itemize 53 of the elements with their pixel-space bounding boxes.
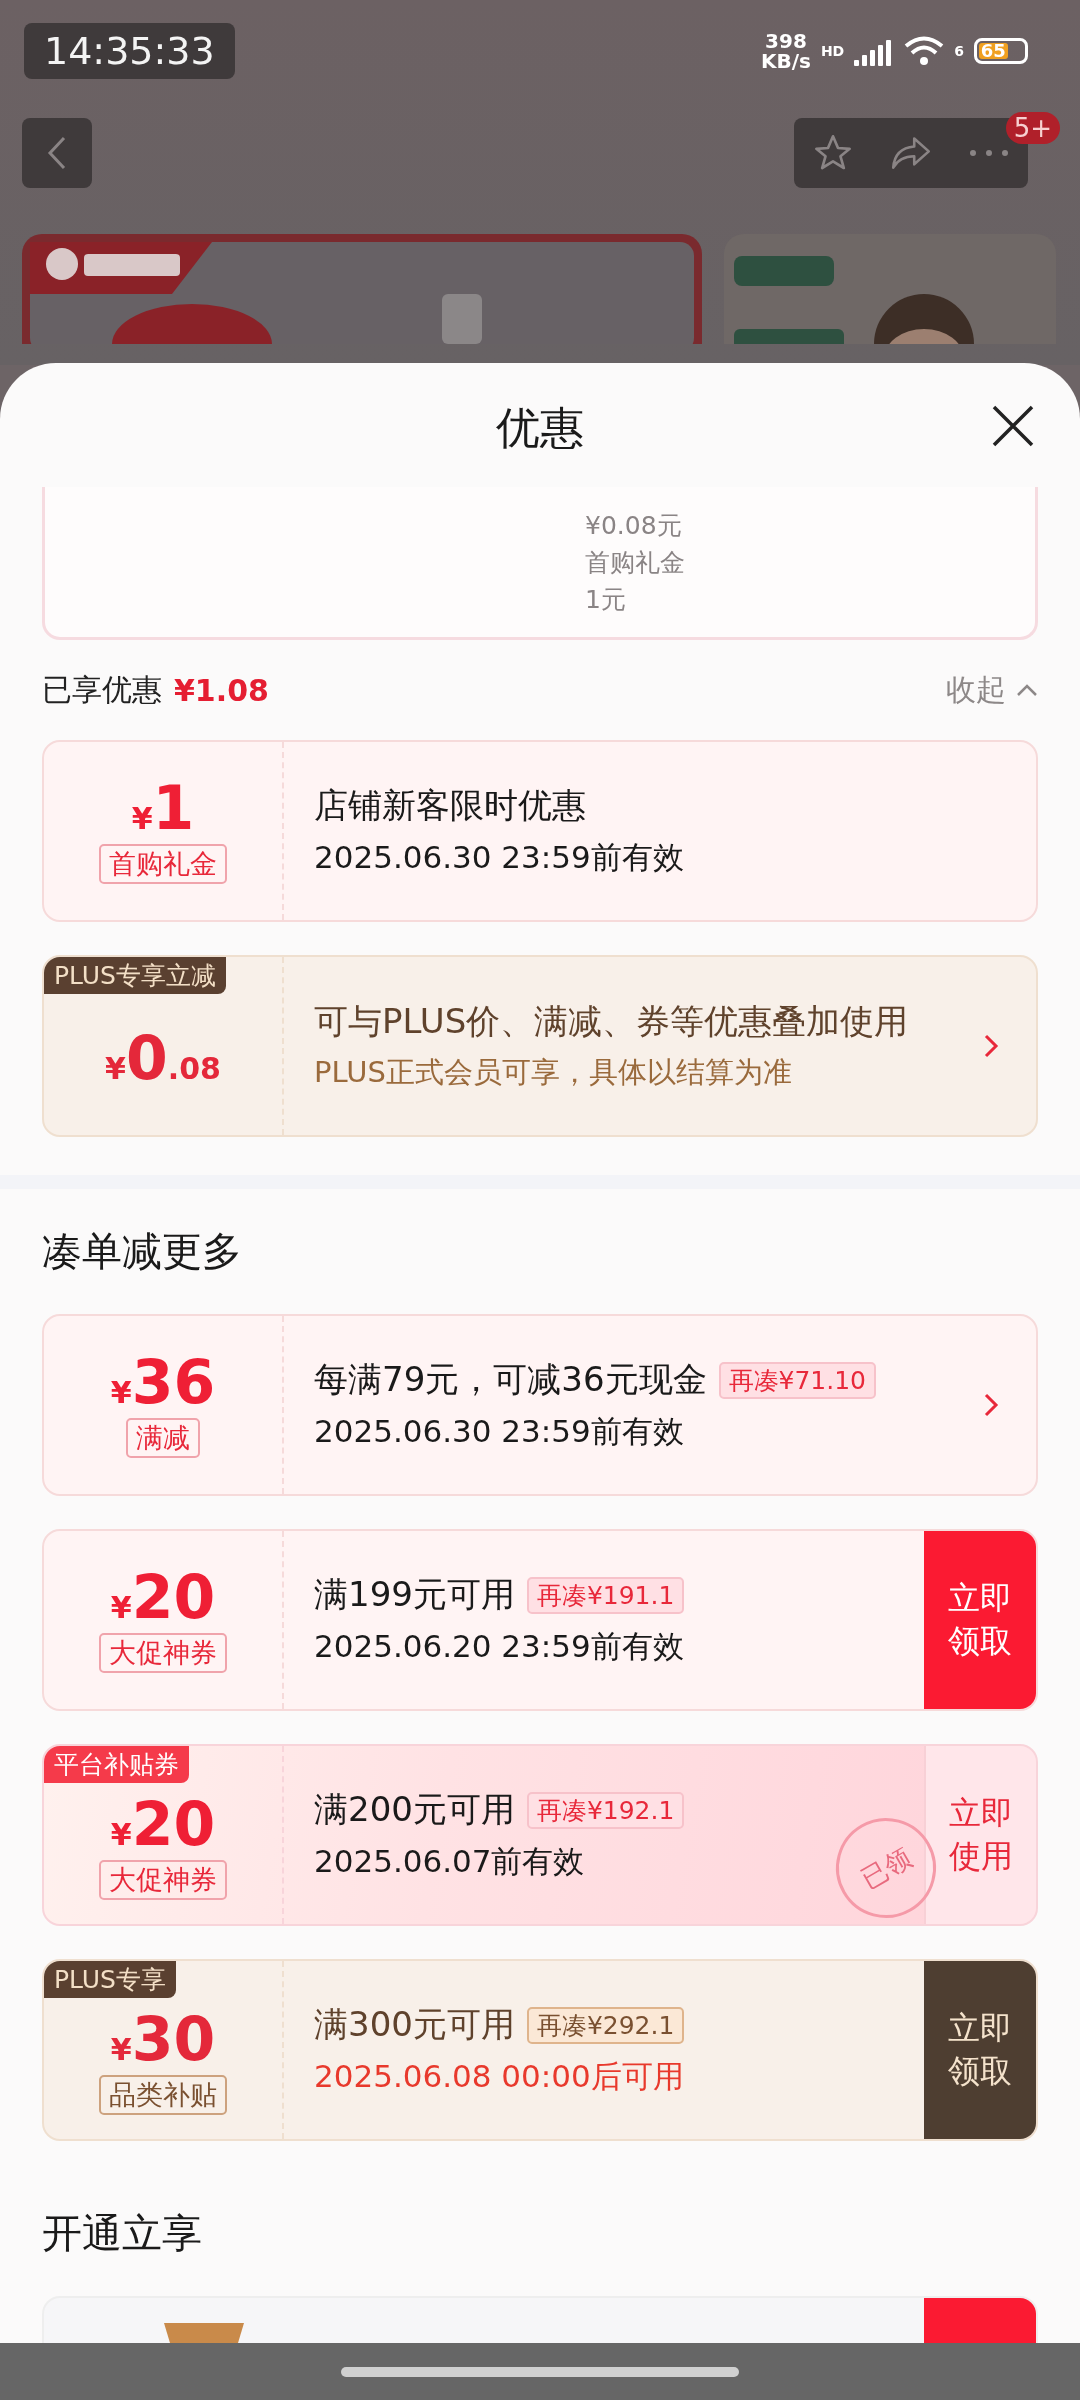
coupon-amount: ¥36 bbox=[110, 1352, 216, 1412]
battery-icon: 65 bbox=[974, 38, 1028, 64]
notification-badge: 5+ bbox=[1005, 112, 1060, 144]
coupon-amount: ¥0.08 bbox=[105, 1028, 221, 1088]
breakdown-text: 1元 bbox=[585, 583, 626, 616]
coupon-tag: 大促神券 bbox=[99, 1860, 227, 1900]
coupon-validity: 2025.06.20 23:59前有效 bbox=[314, 1627, 684, 1666]
sheet-title: 优惠 bbox=[496, 400, 584, 455]
corner-label: PLUS专享立减 bbox=[44, 957, 226, 994]
breakdown-text: ¥0.08元 bbox=[585, 509, 682, 542]
coupon-validity: 2025.06.30 23:59前有效 bbox=[314, 1412, 684, 1451]
caret-icon bbox=[1016, 683, 1038, 697]
remaining-amount-tag: 再凑¥71.10 bbox=[718, 1361, 876, 1399]
coupon-validity: 2025.06.08 00:00后可用 bbox=[314, 2057, 684, 2096]
coupon-tag: 首购礼金 bbox=[99, 844, 227, 884]
coupon-tag: 满减 bbox=[126, 1418, 200, 1458]
back-button[interactable] bbox=[22, 118, 92, 188]
discount-total: ¥1.08 bbox=[174, 672, 269, 708]
coupon-tag: 品类补贴 bbox=[99, 2075, 227, 2115]
coupon-amount: ¥20 bbox=[110, 1794, 216, 1854]
claim-button[interactable]: 立即领取 bbox=[924, 1961, 1036, 2139]
coupon-amount: ¥30 bbox=[110, 2009, 216, 2069]
wifi-label: 6 bbox=[954, 43, 964, 59]
home-indicator[interactable] bbox=[341, 2366, 739, 2377]
coupon-validity: 2025.06.07前有效 bbox=[314, 1842, 585, 1881]
status-time: 14:35:33 bbox=[24, 23, 235, 79]
back-icon bbox=[47, 136, 67, 170]
coupon-title: 可与PLUS价、满减、券等优惠叠加使用 bbox=[314, 1000, 909, 1043]
coupon-title: 店铺新客限时优惠 bbox=[314, 784, 586, 827]
claim-button[interactable]: 立即领取 bbox=[924, 1531, 1036, 1709]
breakdown-text: 首购礼金 bbox=[585, 546, 685, 579]
wifi-icon bbox=[904, 35, 945, 67]
coupon-title: 满199元可用 bbox=[314, 1573, 515, 1616]
claim-button[interactable]: 立即使用 bbox=[924, 1746, 1036, 1924]
coupon-title: 满200元可用 bbox=[314, 1788, 515, 1831]
coupon-tag: 大促神券 bbox=[99, 1633, 227, 1673]
coupon-amount: ¥1 bbox=[131, 778, 195, 838]
coupon-amount: ¥20 bbox=[110, 1567, 216, 1627]
remaining-amount-tag: 再凑¥191.1 bbox=[526, 1576, 685, 1614]
remaining-amount-tag: 再凑¥192.1 bbox=[526, 1791, 685, 1829]
network-label: HD bbox=[820, 43, 845, 59]
collapse-toggle[interactable]: 收起 bbox=[946, 669, 1038, 711]
discount-label: 已享优惠 bbox=[42, 670, 162, 709]
section-title: 开通立享 bbox=[41, 2209, 203, 2258]
section-title: 凑单减更多 bbox=[41, 1227, 243, 1276]
coupon-validity: PLUS正式会员可享，具体以结算为准 bbox=[314, 1054, 792, 1091]
corner-label: PLUS专享 bbox=[44, 1961, 176, 1998]
coupon-title: 满300元可用 bbox=[314, 2003, 515, 2046]
corner-label: 平台补贴券 bbox=[44, 1746, 189, 1783]
coupon-title: 每满79元，可减36元现金 bbox=[314, 1358, 707, 1401]
network-speed: 398 KB/s bbox=[760, 31, 811, 71]
coupon-validity: 2025.06.30 23:59前有效 bbox=[314, 838, 684, 877]
remaining-amount-tag: 再凑¥292.1 bbox=[526, 2006, 685, 2044]
